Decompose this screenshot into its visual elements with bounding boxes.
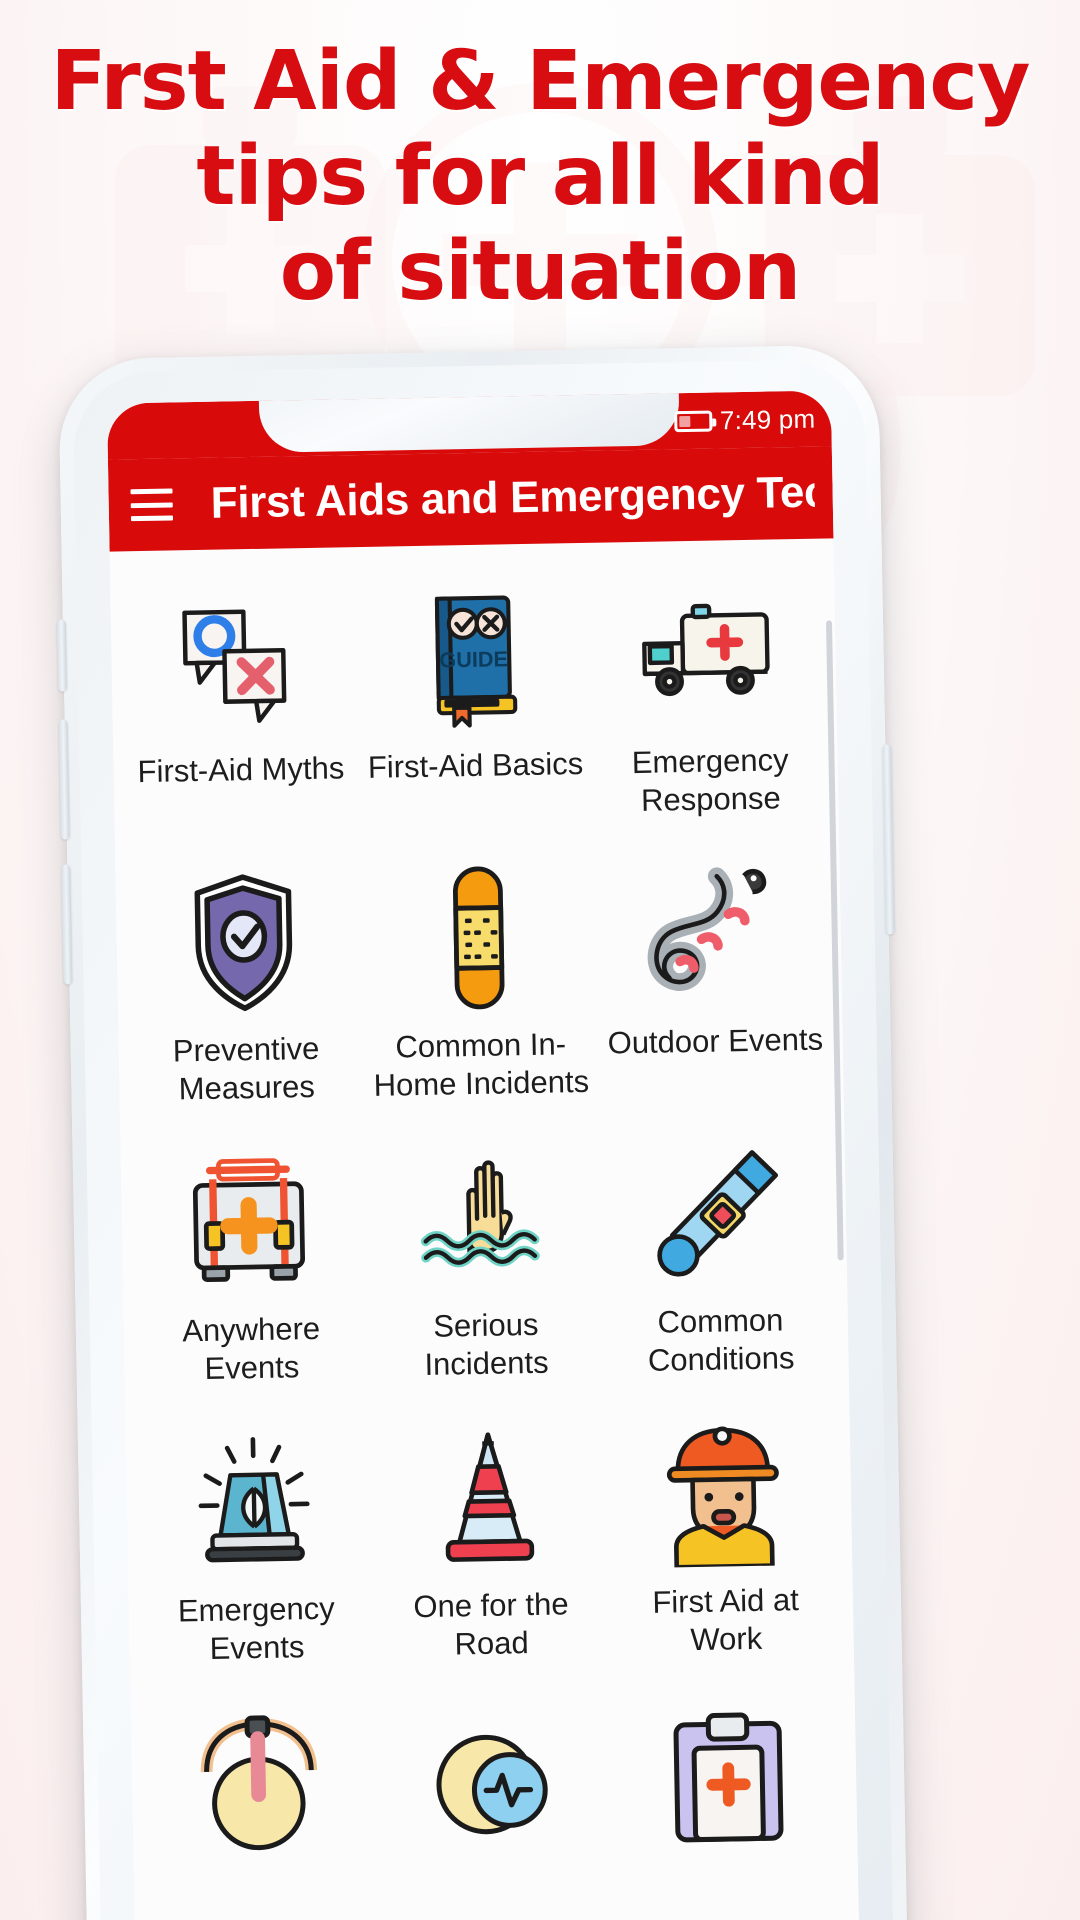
battery-fill xyxy=(678,415,691,427)
hamburger-line xyxy=(130,488,173,495)
grid-tile-serious-incidents[interactable]: Serious Incidents xyxy=(365,1133,604,1391)
grid-tile-common-in-home-incidents[interactable]: Common In-Home Incidents xyxy=(360,853,599,1111)
guide-book-icon: GUIDE xyxy=(407,582,540,734)
grid-tile-first-aid-basics[interactable]: GUIDE First-Aid Basics xyxy=(355,573,594,831)
poster-headline: Frst Aid & Emergency tips for all kind o… xyxy=(50,34,1031,319)
category-grid: First-Aid Myths GUIDE First-Aid Basics E… xyxy=(109,538,860,1920)
grid-tile-label: One for the Road xyxy=(413,1586,569,1662)
traffic-cone-icon xyxy=(423,1422,556,1574)
grid-tile-first-aid-at-work[interactable]: First Aid at Work xyxy=(605,1408,844,1666)
ambulance-icon xyxy=(632,577,785,730)
first-aid-kit-icon xyxy=(173,1146,326,1299)
phone-screen: 7:49 pm First Aids and Emergency Tec… Fi… xyxy=(106,390,860,1920)
hamburger-menu-icon[interactable] xyxy=(130,488,174,522)
grid-tile-heartbeat[interactable] xyxy=(375,1693,614,1920)
grid-tile-label: First-Aid Basics xyxy=(367,745,584,785)
phone-side-button[interactable] xyxy=(56,619,68,692)
medical-clipboard-icon xyxy=(657,1697,800,1850)
hamburger-line xyxy=(130,515,174,522)
heartbeat-monitor-icon xyxy=(423,1701,566,1854)
phone-power-button[interactable] xyxy=(882,744,895,935)
grid-tile-emergency-events[interactable]: Emergency Events xyxy=(136,1417,375,1675)
grid-tile-label: First Aid at Work xyxy=(652,1582,800,1658)
hamburger-line xyxy=(130,501,173,508)
phone-volume-up-button[interactable] xyxy=(58,719,70,840)
construction-worker-icon xyxy=(652,1417,795,1570)
grid-tile-common-conditions[interactable]: Common Conditions xyxy=(600,1128,839,1386)
grid-tile-clipboard[interactable] xyxy=(610,1688,849,1920)
grid-tile-anywhere-events[interactable]: Anywhere Events xyxy=(130,1137,369,1395)
grid-tile-label: Anywhere Events xyxy=(181,1310,321,1386)
snake-icon xyxy=(637,857,790,1010)
grid-tile-emergency-response[interactable]: Emergency Response xyxy=(589,569,828,827)
phone-mockup: 7:49 pm First Aids and Emergency Tec… Fi… xyxy=(56,344,908,1920)
thermometer-icon xyxy=(645,1137,793,1290)
adhesive-bandage-icon xyxy=(442,862,515,1013)
speech-bubbles-true-false-icon xyxy=(168,586,311,739)
grid-tile-label: Common Conditions xyxy=(647,1302,795,1378)
battery-low-icon xyxy=(673,410,713,432)
siren-light-icon xyxy=(178,1426,331,1579)
grid-tile-label: Serious Incidents xyxy=(424,1306,549,1382)
guide-book-label: GUIDE xyxy=(439,646,508,672)
poster-page: Frst Aid & Emergency tips for all kind o… xyxy=(0,0,1080,1920)
grid-tile-label: Common In-Home Incidents xyxy=(373,1026,590,1103)
grid-tile-label: Outdoor Events xyxy=(607,1021,824,1061)
grid-tile-first-aid-myths[interactable]: First-Aid Myths xyxy=(120,577,359,835)
status-bar-time: 7:49 pm xyxy=(719,403,816,435)
grid-tile-label: Emergency Events xyxy=(177,1590,336,1666)
cpr-head-icon xyxy=(188,1706,331,1859)
phone-notch xyxy=(258,390,680,453)
grid-tile-outdoor-events[interactable]: Outdoor Events xyxy=(595,848,834,1106)
grid-tile-preventive-measures[interactable]: Preventive Measures xyxy=(125,857,364,1115)
grid-tile-cpr[interactable] xyxy=(141,1697,380,1920)
grid-tile-one-for-the-road[interactable]: One for the Road xyxy=(370,1413,609,1671)
app-bar: First Aids and Emergency Tec… xyxy=(107,446,834,552)
phone-volume-down-button[interactable] xyxy=(61,864,73,985)
grid-tile-label: Preventive Measures xyxy=(172,1030,320,1107)
shield-check-icon xyxy=(178,866,311,1018)
drowning-hand-icon xyxy=(407,1141,560,1294)
app-bar-title: First Aids and Emergency Tec… xyxy=(210,467,816,528)
grid-tile-label: First-Aid Myths xyxy=(137,750,345,790)
grid-tile-label: Emergency Response xyxy=(631,742,789,818)
status-bar-right: 7:49 pm xyxy=(673,403,816,437)
